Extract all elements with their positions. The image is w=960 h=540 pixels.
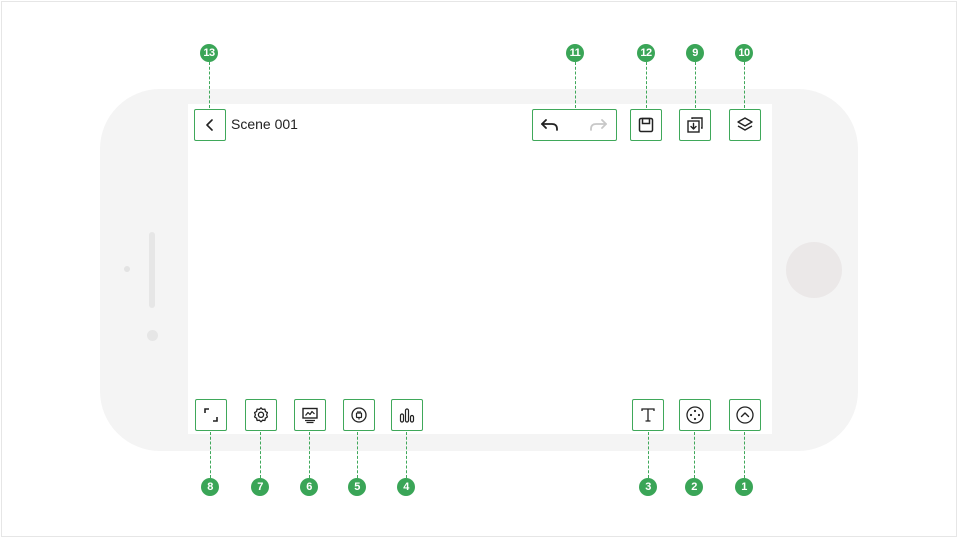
annotation-badge-13: 13 <box>200 44 218 62</box>
navigate-button[interactable] <box>679 399 711 431</box>
leader-4 <box>406 432 407 478</box>
leader-1 <box>744 432 745 478</box>
undo-button[interactable] <box>540 118 560 132</box>
plugin-button[interactable] <box>343 399 375 431</box>
annotation-badge-9: 9 <box>686 44 704 62</box>
phone-camera <box>147 330 158 341</box>
phone-sensor <box>124 266 130 272</box>
leader-11 <box>575 62 576 108</box>
leader-2 <box>694 432 695 478</box>
monitor-button[interactable] <box>294 399 326 431</box>
layers-button[interactable] <box>729 109 761 141</box>
gear-icon <box>253 407 269 423</box>
plug-icon <box>351 407 367 423</box>
chevron-left-icon <box>206 119 213 131</box>
save-button[interactable] <box>630 109 662 141</box>
annotation-badge-12: 12 <box>637 44 655 62</box>
chevron-up-icon <box>736 406 754 424</box>
annotation-badge-5: 5 <box>348 478 366 496</box>
annotation-badge-11: 11 <box>566 44 584 62</box>
leader-13 <box>209 62 210 108</box>
layers-icon <box>737 117 753 131</box>
annotation-badge-3: 3 <box>639 478 657 496</box>
undo-redo-group <box>532 109 617 141</box>
redo-button[interactable] <box>588 118 608 132</box>
leader-5 <box>357 432 358 478</box>
annotation-badge-1: 1 <box>735 478 753 496</box>
fullscreen-icon <box>204 408 218 422</box>
annotation-badge-2: 2 <box>685 478 703 496</box>
annotation-badge-8: 8 <box>201 478 219 496</box>
navigation-dots-icon <box>686 406 704 424</box>
import-button[interactable] <box>679 109 711 141</box>
import-icon <box>687 117 703 133</box>
leader-7 <box>260 432 261 478</box>
leader-6 <box>309 432 310 478</box>
annotation-badge-6: 6 <box>300 478 318 496</box>
settings-button[interactable] <box>245 399 277 431</box>
text-icon <box>641 408 655 422</box>
annotation-badge-7: 7 <box>251 478 269 496</box>
leader-9 <box>695 62 696 108</box>
phone-home-button <box>786 242 842 298</box>
leader-8 <box>210 432 211 478</box>
bar-chart-icon <box>399 408 415 423</box>
phone-screen <box>188 104 772 434</box>
redo-icon <box>590 119 607 131</box>
annotation-badge-4: 4 <box>397 478 415 496</box>
back-button[interactable] <box>194 109 226 141</box>
leader-3 <box>648 432 649 478</box>
leader-10 <box>744 62 745 108</box>
floppy-disk-icon <box>638 117 654 133</box>
undo-icon <box>541 119 558 131</box>
chart-button[interactable] <box>391 399 423 431</box>
text-button[interactable] <box>632 399 664 431</box>
annotation-badge-10: 10 <box>735 44 753 62</box>
scene-title: Scene 001 <box>231 116 298 132</box>
leader-12 <box>646 62 647 108</box>
expand-button[interactable] <box>729 399 761 431</box>
monitor-icon <box>302 407 318 424</box>
phone-speaker <box>149 232 155 308</box>
fullscreen-button[interactable] <box>195 399 227 431</box>
